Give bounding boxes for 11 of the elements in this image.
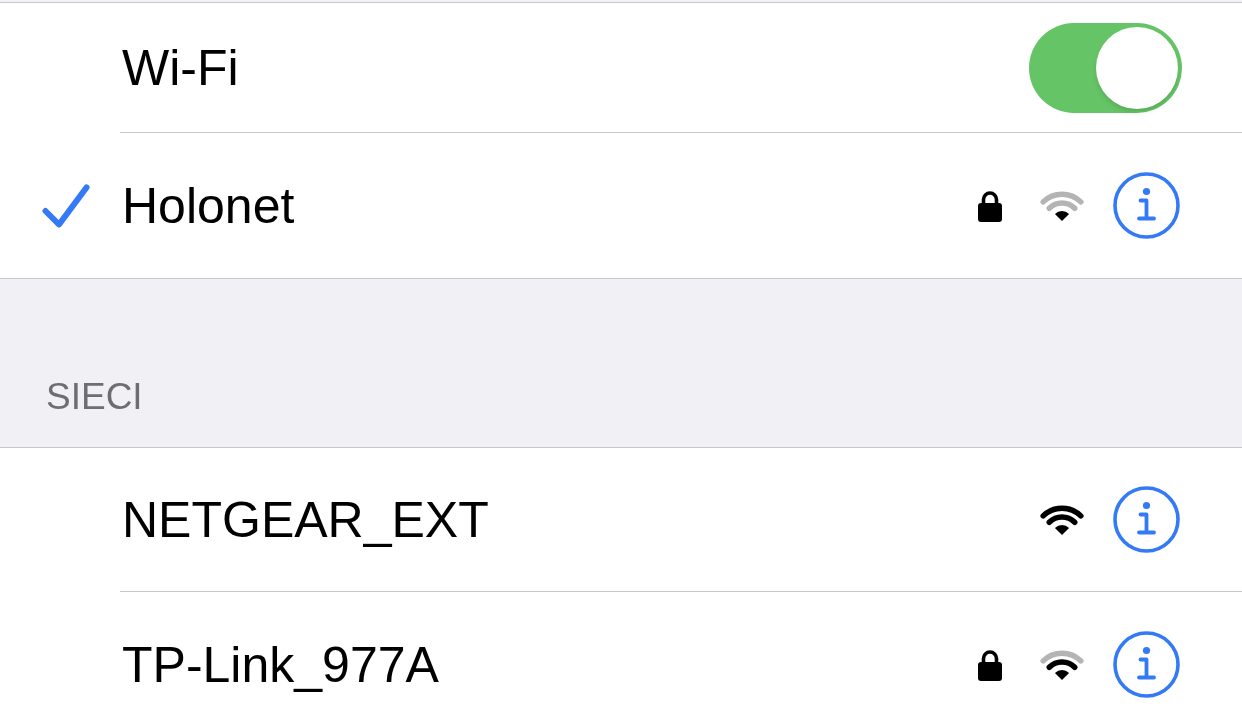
wifi-label: Wi-Fi — [121, 42, 239, 93]
network-name: Holonet — [121, 180, 295, 231]
info-icon — [1113, 631, 1180, 698]
info-button[interactable] — [1113, 172, 1180, 239]
info-icon — [1113, 486, 1180, 553]
info-icon — [1113, 172, 1180, 239]
section-header: SIECI — [46, 378, 143, 415]
network-name: TP-Link_977A — [121, 639, 439, 690]
info-button[interactable] — [1113, 631, 1180, 698]
network-name: NETGEAR_EXT — [121, 494, 489, 545]
info-button[interactable] — [1113, 486, 1180, 553]
